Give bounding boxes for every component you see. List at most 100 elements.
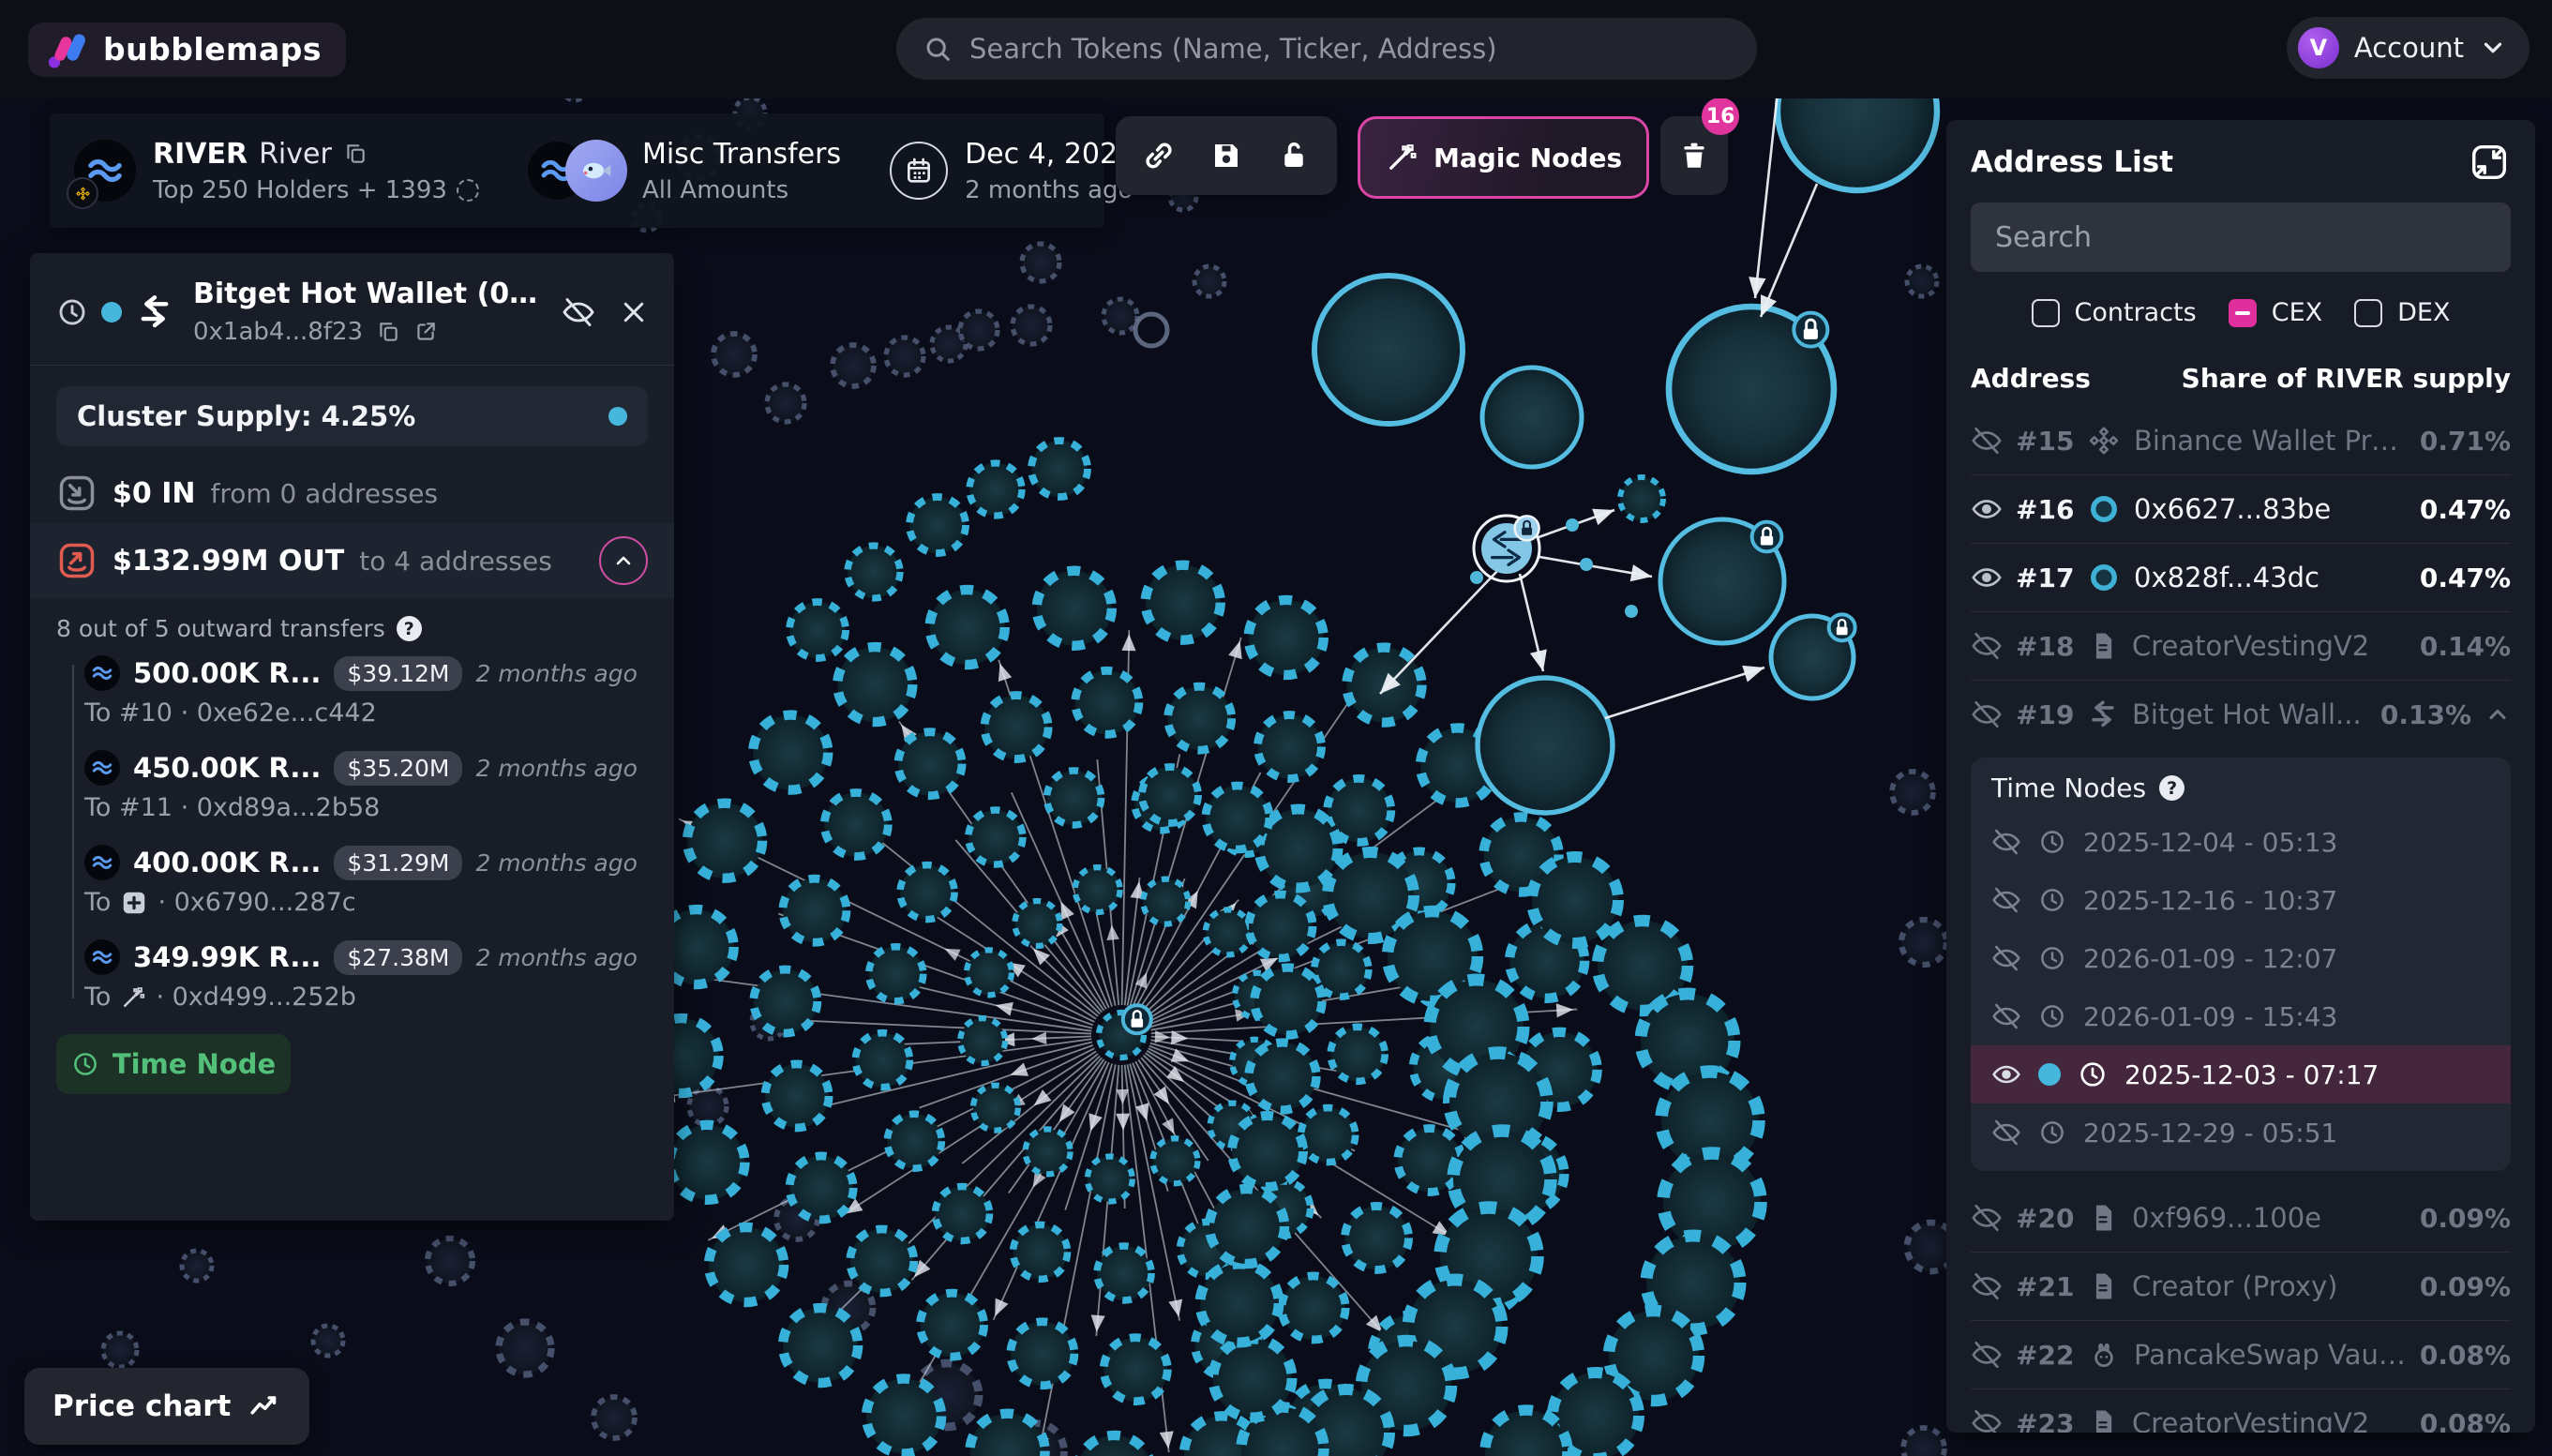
token-section[interactable]: RIVER River Top 250 Holders + 1393 (50, 113, 503, 228)
token-symbol: RIVER (153, 138, 248, 171)
time-node-row[interactable]: 2026-01-09 - 15:43 (1971, 987, 2511, 1045)
address-row[interactable]: #16 0x6627...83be 0.47% (1971, 474, 2511, 543)
transfer-item[interactable]: 349.99K R... $27.38M 2 months ago To · 0… (84, 939, 674, 1012)
address-name: 0x828f...43dc (2134, 562, 2407, 593)
address-row[interactable]: #17 0x828f...43dc 0.47% (1971, 543, 2511, 611)
bnb-chain-badge-icon (67, 177, 98, 209)
address-name: PancakeSwap Vault ... (2134, 1339, 2407, 1371)
address-row[interactable]: #18 CreatorVestingV2 0.14% (1971, 611, 2511, 680)
eye-off-icon[interactable] (1971, 1270, 2003, 1302)
time-node-label: Time Node (113, 1048, 276, 1080)
address-row[interactable]: #20 0xf969...100e 0.09% (1971, 1184, 2511, 1252)
chevron-up-icon[interactable] (2484, 701, 2511, 728)
eye-off-icon[interactable] (1971, 1202, 2003, 1234)
open-external-icon[interactable] (413, 320, 438, 344)
eye-off-icon[interactable] (1991, 885, 2021, 915)
time-node-row[interactable]: 2025-12-16 - 10:37 (1971, 871, 2511, 929)
transfer-target[interactable]: To #10 · 0xe62e...c442 (84, 698, 377, 728)
cluster-supply-row[interactable]: Cluster Supply: 4.25% (56, 386, 648, 446)
transfer-mode-section[interactable]: Misc Transfers All Amounts (503, 113, 865, 228)
address-row-expanded[interactable]: #19 Bitget Hot Wall... 0.13% (1971, 680, 2511, 748)
time-node-label: 2025-12-29 - 05:51 (2083, 1118, 2337, 1148)
transfer-amount: 400.00K R... (133, 847, 321, 878)
filter-dex[interactable]: DEX (2354, 298, 2450, 327)
time-node-row[interactable]: 2025-12-29 - 05:51 (1971, 1103, 2511, 1162)
share-link-icon[interactable] (1142, 139, 1176, 173)
eye-icon[interactable] (1971, 562, 2003, 593)
eye-off-icon[interactable] (1991, 827, 2021, 857)
arrow-in-icon (56, 473, 98, 514)
logo[interactable]: bubblemaps (28, 23, 346, 77)
eye-off-icon[interactable] (1971, 1407, 2003, 1433)
price-chart-button[interactable]: Price chart (24, 1368, 309, 1445)
collapse-outflows-button[interactable] (599, 536, 648, 585)
checkbox-cex-indeterminate[interactable] (2229, 299, 2257, 327)
magic-nodes-button[interactable]: Magic Nodes (1358, 116, 1649, 199)
eye-icon[interactable] (1991, 1059, 2021, 1089)
eye-off-icon[interactable] (1991, 1118, 2021, 1148)
copy-icon[interactable] (376, 320, 400, 344)
address-row[interactable]: #21 Creator (Proxy) 0.09% (1971, 1252, 2511, 1320)
time-node-button[interactable]: Time Node (56, 1034, 291, 1094)
col-header-address: Address (1971, 363, 2091, 394)
transfer-target-address[interactable]: · 0x6790...287c (158, 888, 355, 917)
eye-icon[interactable] (1971, 493, 2003, 525)
address-name: Creator (Proxy) (2132, 1270, 2407, 1302)
unlock-icon[interactable] (1277, 139, 1311, 173)
transfer-item[interactable]: 400.00K R... $31.29M 2 months ago To · 0… (84, 845, 674, 917)
checkbox-contracts[interactable] (2032, 299, 2060, 327)
clock-icon[interactable] (56, 296, 88, 328)
river-coin-icon (84, 750, 120, 786)
transfer-item[interactable]: 500.00K R... $39.12M 2 months ago To #10… (84, 655, 674, 728)
checkbox-dex[interactable] (2354, 299, 2382, 327)
magic-wand-icon (1385, 141, 1419, 174)
magic-nodes-label: Magic Nodes (1434, 143, 1622, 173)
account-menu[interactable]: V Account (2287, 17, 2529, 79)
outflow-row[interactable]: $132.99M OUT to 4 addresses (30, 523, 674, 598)
clock-icon (2038, 944, 2066, 972)
token-search[interactable] (896, 18, 1757, 80)
filter-contracts[interactable]: Contracts (2032, 298, 2197, 327)
transfer-target-address[interactable]: · 0xd499...252b (156, 983, 355, 1012)
help-icon[interactable]: ? (2159, 775, 2184, 801)
transfer-target[interactable]: To (84, 983, 111, 1012)
eye-off-icon[interactable] (1971, 1339, 2003, 1371)
time-node-row[interactable]: 2026-01-09 - 12:07 (1971, 929, 2511, 987)
collapse-panel-icon[interactable] (2468, 141, 2511, 184)
hide-eye-off-icon[interactable] (562, 295, 595, 329)
mode-subtitle: All Amounts (642, 176, 788, 204)
transfer-target[interactable]: To (84, 888, 111, 917)
eye-off-icon[interactable] (1991, 943, 2021, 973)
eye-off-icon[interactable] (1991, 1001, 2021, 1031)
save-icon[interactable] (1209, 139, 1243, 173)
transfer-item[interactable]: 450.00K R... $35.20M 2 months ago To #11… (84, 750, 674, 822)
copy-icon[interactable] (343, 142, 368, 166)
address-row[interactable]: #22 PancakeSwap Vault ... 0.08% (1971, 1320, 2511, 1388)
eye-off-icon[interactable] (1971, 698, 2003, 730)
close-icon[interactable] (620, 298, 648, 326)
help-icon[interactable]: ? (397, 616, 422, 641)
delete-button[interactable]: 16 (1660, 116, 1728, 195)
transfer-age: 2 months ago (475, 944, 637, 971)
contract-doc-icon (2087, 1407, 2119, 1433)
magic-nodes-count-badge: 16 (1702, 98, 1739, 135)
filter-cex[interactable]: CEX (2229, 298, 2322, 327)
eye-off-icon[interactable] (1971, 630, 2003, 662)
time-node-label: 2025-12-16 - 10:37 (2083, 885, 2337, 916)
address-search[interactable] (1971, 203, 2511, 272)
eye-off-icon[interactable] (1971, 425, 2003, 457)
address-row[interactable]: #23 CreatorVestingV2 0.08% (1971, 1388, 2511, 1433)
address-search-input[interactable] (1993, 220, 2488, 255)
time-node-row-selected[interactable]: 2025-12-03 - 07:17 (1971, 1045, 2511, 1103)
transfers-caption-row: 8 out of 5 outward transfers ? (30, 598, 674, 650)
toolbar-actions (1116, 116, 1337, 195)
address-row[interactable]: #15 Binance Wallet Prox... 0.71% (1971, 407, 2511, 474)
token-search-input[interactable] (968, 32, 1731, 66)
river-coin-icon (84, 845, 120, 880)
transfer-target[interactable]: To #11 · 0xd89a...2b58 (84, 793, 380, 822)
cluster-dot-icon (101, 302, 122, 323)
arrow-out-icon (56, 540, 98, 581)
inflow-row[interactable]: $0 IN from 0 addresses (30, 463, 674, 523)
time-node-row[interactable]: 2025-12-04 - 05:13 (1971, 813, 2511, 871)
supply-share: 0.47% (2420, 494, 2511, 525)
